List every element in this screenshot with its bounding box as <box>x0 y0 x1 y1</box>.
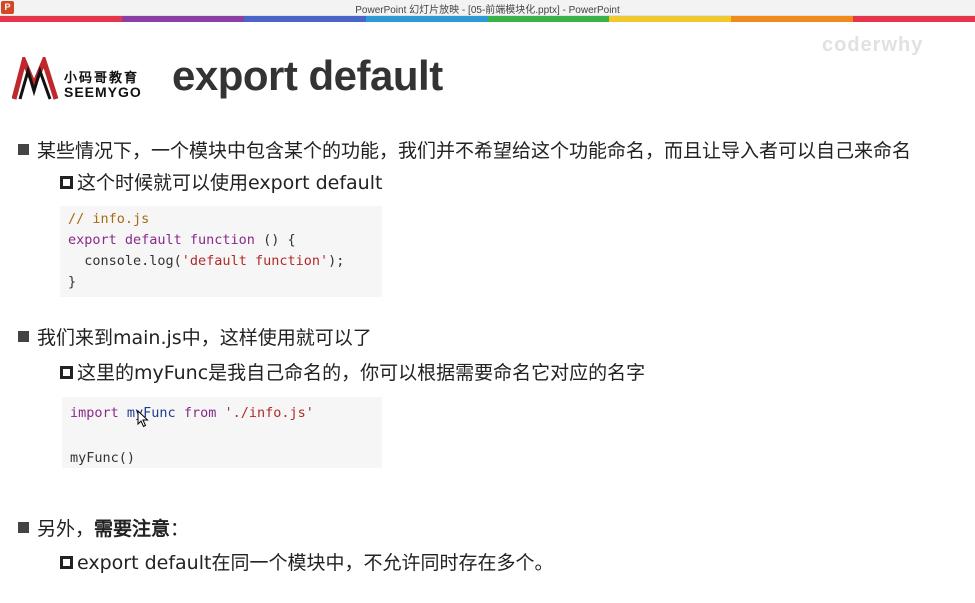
hollow-square-bullet-icon <box>60 176 73 189</box>
code-line: } <box>68 274 77 290</box>
bullet-level2: 这里的myFunc是我自己命名的，你可以根据需要命名它对应的名字 <box>60 358 645 385</box>
square-bullet-icon <box>18 144 29 155</box>
bullet-level1: 我们来到main.js中，这样使用就可以了 <box>18 323 372 350</box>
code-line: myFunc() <box>70 450 136 466</box>
mouse-cursor-icon <box>137 410 149 428</box>
bullet-text: 这里的myFunc是我自己命名的，你可以根据需要命名它对应的名字 <box>77 362 646 384</box>
logo-english-text: SEEMYGO <box>64 84 142 100</box>
square-bullet-icon <box>18 522 29 533</box>
color-strip <box>0 16 975 22</box>
logo-mark-icon <box>12 57 59 100</box>
bullet-text: export default在同一个模块中，不允许同时存在多个。 <box>77 552 554 574</box>
watermark: coderwhy <box>822 34 924 56</box>
seemygo-logo: 小码哥教育 SEEMYGO <box>12 57 152 101</box>
hollow-square-bullet-icon <box>60 556 73 569</box>
bullet-text: 我们来到main.js中，这样使用就可以了 <box>37 327 372 349</box>
code-block-info-js: // info.js export default function () { … <box>60 206 382 297</box>
bullet-text: 另外， <box>37 518 95 540</box>
bullet-level2: export default在同一个模块中，不允许同时存在多个。 <box>60 548 553 575</box>
bullet-text-tail: ： <box>170 518 190 540</box>
code-line: import myFunc from './info.js' <box>70 405 314 421</box>
window-title: PowerPoint 幻灯片放映 - [05-前端模块化.pptx] - Pow… <box>355 5 620 16</box>
bullet-level2: 这个时候就可以使用export default <box>60 168 382 195</box>
hollow-square-bullet-icon <box>60 366 73 379</box>
window-titlebar: P PowerPoint 幻灯片放映 - [05-前端模块化.pptx] - P… <box>0 0 975 16</box>
code-line: export default function () { <box>68 232 296 248</box>
code-line: // info.js <box>68 211 150 227</box>
code-block-main-js: import myFunc from './info.js' myFunc() <box>62 397 382 468</box>
code-line: console.log('default function'); <box>68 253 345 269</box>
bullet-text: 某些情况下，一个模块中包含某个的功能，我们并不希望给这个功能命名，而且让导入者可… <box>37 140 912 162</box>
slide-title: export default <box>172 52 443 99</box>
bullet-text: 这个时候就可以使用export default <box>77 172 383 194</box>
bullet-bold-text: 需要注意 <box>94 518 171 540</box>
bullet-level1: 某些情况下，一个模块中包含某个的功能，我们并不希望给这个功能命名，而且让导入者可… <box>18 136 911 163</box>
square-bullet-icon <box>18 331 29 342</box>
bullet-level1: 另外，需要注意： <box>18 514 189 541</box>
